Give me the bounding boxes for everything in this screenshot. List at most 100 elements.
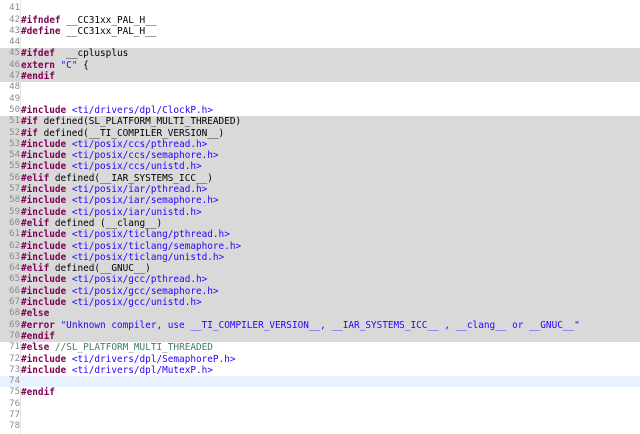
string-literal: <ti/posix/ccs/unistd.h> — [71, 161, 202, 173]
code-line[interactable]: 41 — [0, 3, 640, 14]
code-line[interactable]: 58 #include <ti/posix/iar/semaphore.h> — [0, 195, 640, 207]
preprocessor-keyword: #endif — [21, 330, 55, 342]
code-line[interactable]: 57 #include <ti/posix/iar/pthread.h> — [0, 184, 640, 196]
line-number: 65 — [9, 274, 20, 285]
preprocessor-keyword: #ifndef — [21, 14, 61, 26]
code-line[interactable]: 60 #elif defined (__clang__) — [0, 217, 640, 230]
code-line[interactable]: 75 #endif — [0, 387, 640, 398]
string-literal: <ti/drivers/dpl/ClockP.h> — [71, 104, 213, 116]
code-line[interactable]: 65 #include <ti/posix/gcc/pthread.h> — [0, 274, 640, 286]
code-line[interactable]: 72 #include <ti/drivers/dpl/SemaphoreP.h> — [0, 354, 640, 365]
code-line[interactable]: 46 extern "C" { — [0, 59, 640, 72]
code-line[interactable]: 54 #include <ti/posix/ccs/semaphore.h> — [0, 150, 640, 162]
preprocessor-keyword: #include — [21, 285, 67, 297]
preprocessor-keyword: #else — [21, 342, 50, 354]
code-text: #elif defined (__clang__) — [21, 218, 162, 229]
code-editor[interactable]: 404142#ifndef __CC31xx_PAL_H__43#define … — [0, 0, 640, 434]
preprocessor-keyword: #elif — [21, 263, 50, 275]
preprocessor-keyword: #define — [21, 25, 61, 37]
code-line[interactable]: 44 — [0, 37, 640, 48]
string-literal: "Unknown compiler, use __TI_COMPILER_VER… — [60, 319, 580, 331]
code-text: #if defined(__TI_COMPILER_VERSION__) — [21, 128, 224, 139]
preprocessor-keyword: #else — [21, 308, 50, 320]
code-line[interactable]: 63 #include <ti/posix/ticlang/unistd.h> — [0, 251, 640, 264]
code-line[interactable]: 68 #else — [0, 308, 640, 320]
preprocessor-keyword: #endif — [21, 71, 55, 83]
code-text: #if defined(SL_PLATFORM_MULTI_THREADED) — [21, 116, 241, 127]
code-line[interactable]: 56 #elif defined(__IAR_SYSTEMS_ICC__) — [0, 172, 640, 185]
line-number: 72 — [9, 353, 20, 364]
line-number: 66 — [9, 285, 20, 296]
preprocessor-keyword: #include — [21, 251, 67, 263]
line-number: 64 — [9, 263, 20, 274]
line-number: 70 — [9, 330, 20, 341]
comment: //SL_PLATFORM_MULTI_THREADED — [54, 342, 213, 354]
preprocessor-keyword: #ifdef — [21, 48, 55, 60]
code-lines[interactable]: 404142#ifndef __CC31xx_PAL_H__43#define … — [0, 0, 640, 433]
code-token: __CC31xx_PAL_H__ — [60, 25, 157, 37]
code-text: #define __CC31xx_PAL_H__ — [21, 26, 156, 37]
preprocessor-keyword: #if — [21, 127, 38, 139]
line-number: 73 — [9, 364, 20, 375]
code-text: #include <ti/posix/iar/pthread.h> — [21, 184, 207, 195]
line-number: 69 — [9, 319, 20, 330]
code-line[interactable]: 78 — [0, 421, 640, 432]
code-line[interactable]: 55 #include <ti/posix/ccs/unistd.h> — [0, 161, 640, 173]
code-line[interactable]: 70 #endif — [0, 330, 640, 343]
code-line[interactable]: 69 #error "Unknown compiler, use __TI_COM… — [0, 319, 640, 331]
line-number: 41 — [9, 3, 20, 14]
code-line[interactable]: 51 #if defined(SL_PLATFORM_MULTI_THREADED… — [0, 116, 640, 128]
line-number: 43 — [9, 25, 20, 36]
preprocessor-keyword: #if — [21, 116, 38, 128]
code-line[interactable]: 43 #define __CC31xx_PAL_H__ — [0, 26, 640, 37]
preprocessor-keyword: #include — [21, 138, 67, 150]
code-line[interactable]: 76 — [0, 399, 640, 410]
line-number: 60 — [9, 217, 20, 228]
code-line[interactable]: 53 #include <ti/posix/ccs/pthread.h> — [0, 138, 640, 151]
string-literal: <ti/drivers/dpl/MutexP.h> — [71, 364, 213, 376]
code-line[interactable]: 50 #include <ti/drivers/dpl/ClockP.h> — [0, 105, 640, 116]
line-number: 67 — [9, 297, 20, 308]
code-line[interactable]: 42 #ifndef __CC31xx_PAL_H__ — [0, 15, 640, 26]
code-text: #error "Unknown compiler, use __TI_COMPI… — [21, 320, 580, 331]
preprocessor-keyword: #include — [21, 229, 67, 241]
string-literal: <ti/posix/ticlang/semaphore.h> — [71, 240, 242, 252]
code-text: #include <ti/posix/ticlang/semaphore.h> — [21, 241, 241, 252]
code-token: { — [77, 59, 89, 71]
code-line[interactable]: 67 #include <ti/posix/gcc/unistd.h> — [0, 297, 640, 309]
line-number: 78 — [9, 421, 20, 432]
line-number: 63 — [9, 251, 20, 262]
string-literal: <ti/posix/ticlang/unistd.h> — [71, 251, 225, 263]
code-text: #include <ti/posix/ticlang/unistd.h> — [21, 252, 224, 263]
code-text: #include <ti/drivers/dpl/ClockP.h> — [21, 105, 213, 116]
code-line[interactable]: 73 #include <ti/drivers/dpl/MutexP.h> — [0, 365, 640, 376]
code-text: #elif defined(__IAR_SYSTEMS_ICC__) — [21, 173, 213, 184]
code-text: #endif — [21, 331, 55, 342]
code-line[interactable]: 61 #include <ti/posix/ticlang/pthread.h> — [0, 229, 640, 241]
line-number: 58 — [9, 195, 20, 206]
code-line[interactable]: 77 — [0, 410, 640, 421]
code-line[interactable]: 66 #include <ti/posix/gcc/semaphore.h> — [0, 285, 640, 298]
code-line[interactable]: 47 #endif — [0, 71, 640, 83]
code-line[interactable]: 52 #if defined(__TI_COMPILER_VERSION__) — [0, 127, 640, 139]
string-literal: <ti/posix/gcc/pthread.h> — [71, 274, 208, 286]
code-text: #include <ti/posix/ccs/unistd.h> — [21, 161, 202, 172]
code-line[interactable]: 62 #include <ti/posix/ticlang/semaphore.h… — [0, 240, 640, 252]
code-line[interactable]: 71 #else //SL_PLATFORM_MULTI_THREADED — [0, 342, 640, 353]
code-line[interactable]: 48 — [0, 82, 640, 93]
line-number: 57 — [9, 184, 20, 195]
code-line[interactable]: 49 — [0, 94, 640, 105]
code-line[interactable]: 59 #include <ti/posix/iar/unistd.h> — [0, 206, 640, 218]
code-line[interactable]: 45 #ifdef __cplusplus — [0, 48, 640, 60]
code-text: #else — [21, 308, 49, 319]
line-number: 52 — [9, 127, 20, 138]
code-text: #elif defined(__GNUC__) — [21, 263, 151, 274]
code-line[interactable]: 74 — [0, 376, 640, 388]
line-number: 71 — [9, 342, 20, 353]
line-number: 53 — [9, 138, 20, 149]
code-token: __cplusplus — [54, 48, 129, 60]
code-line[interactable]: 64 #elif defined(__GNUC__) — [0, 263, 640, 275]
string-literal: <ti/posix/ccs/pthread.h> — [71, 138, 208, 150]
preprocessor-keyword: #include — [21, 297, 67, 309]
code-text: #endif — [21, 387, 55, 398]
